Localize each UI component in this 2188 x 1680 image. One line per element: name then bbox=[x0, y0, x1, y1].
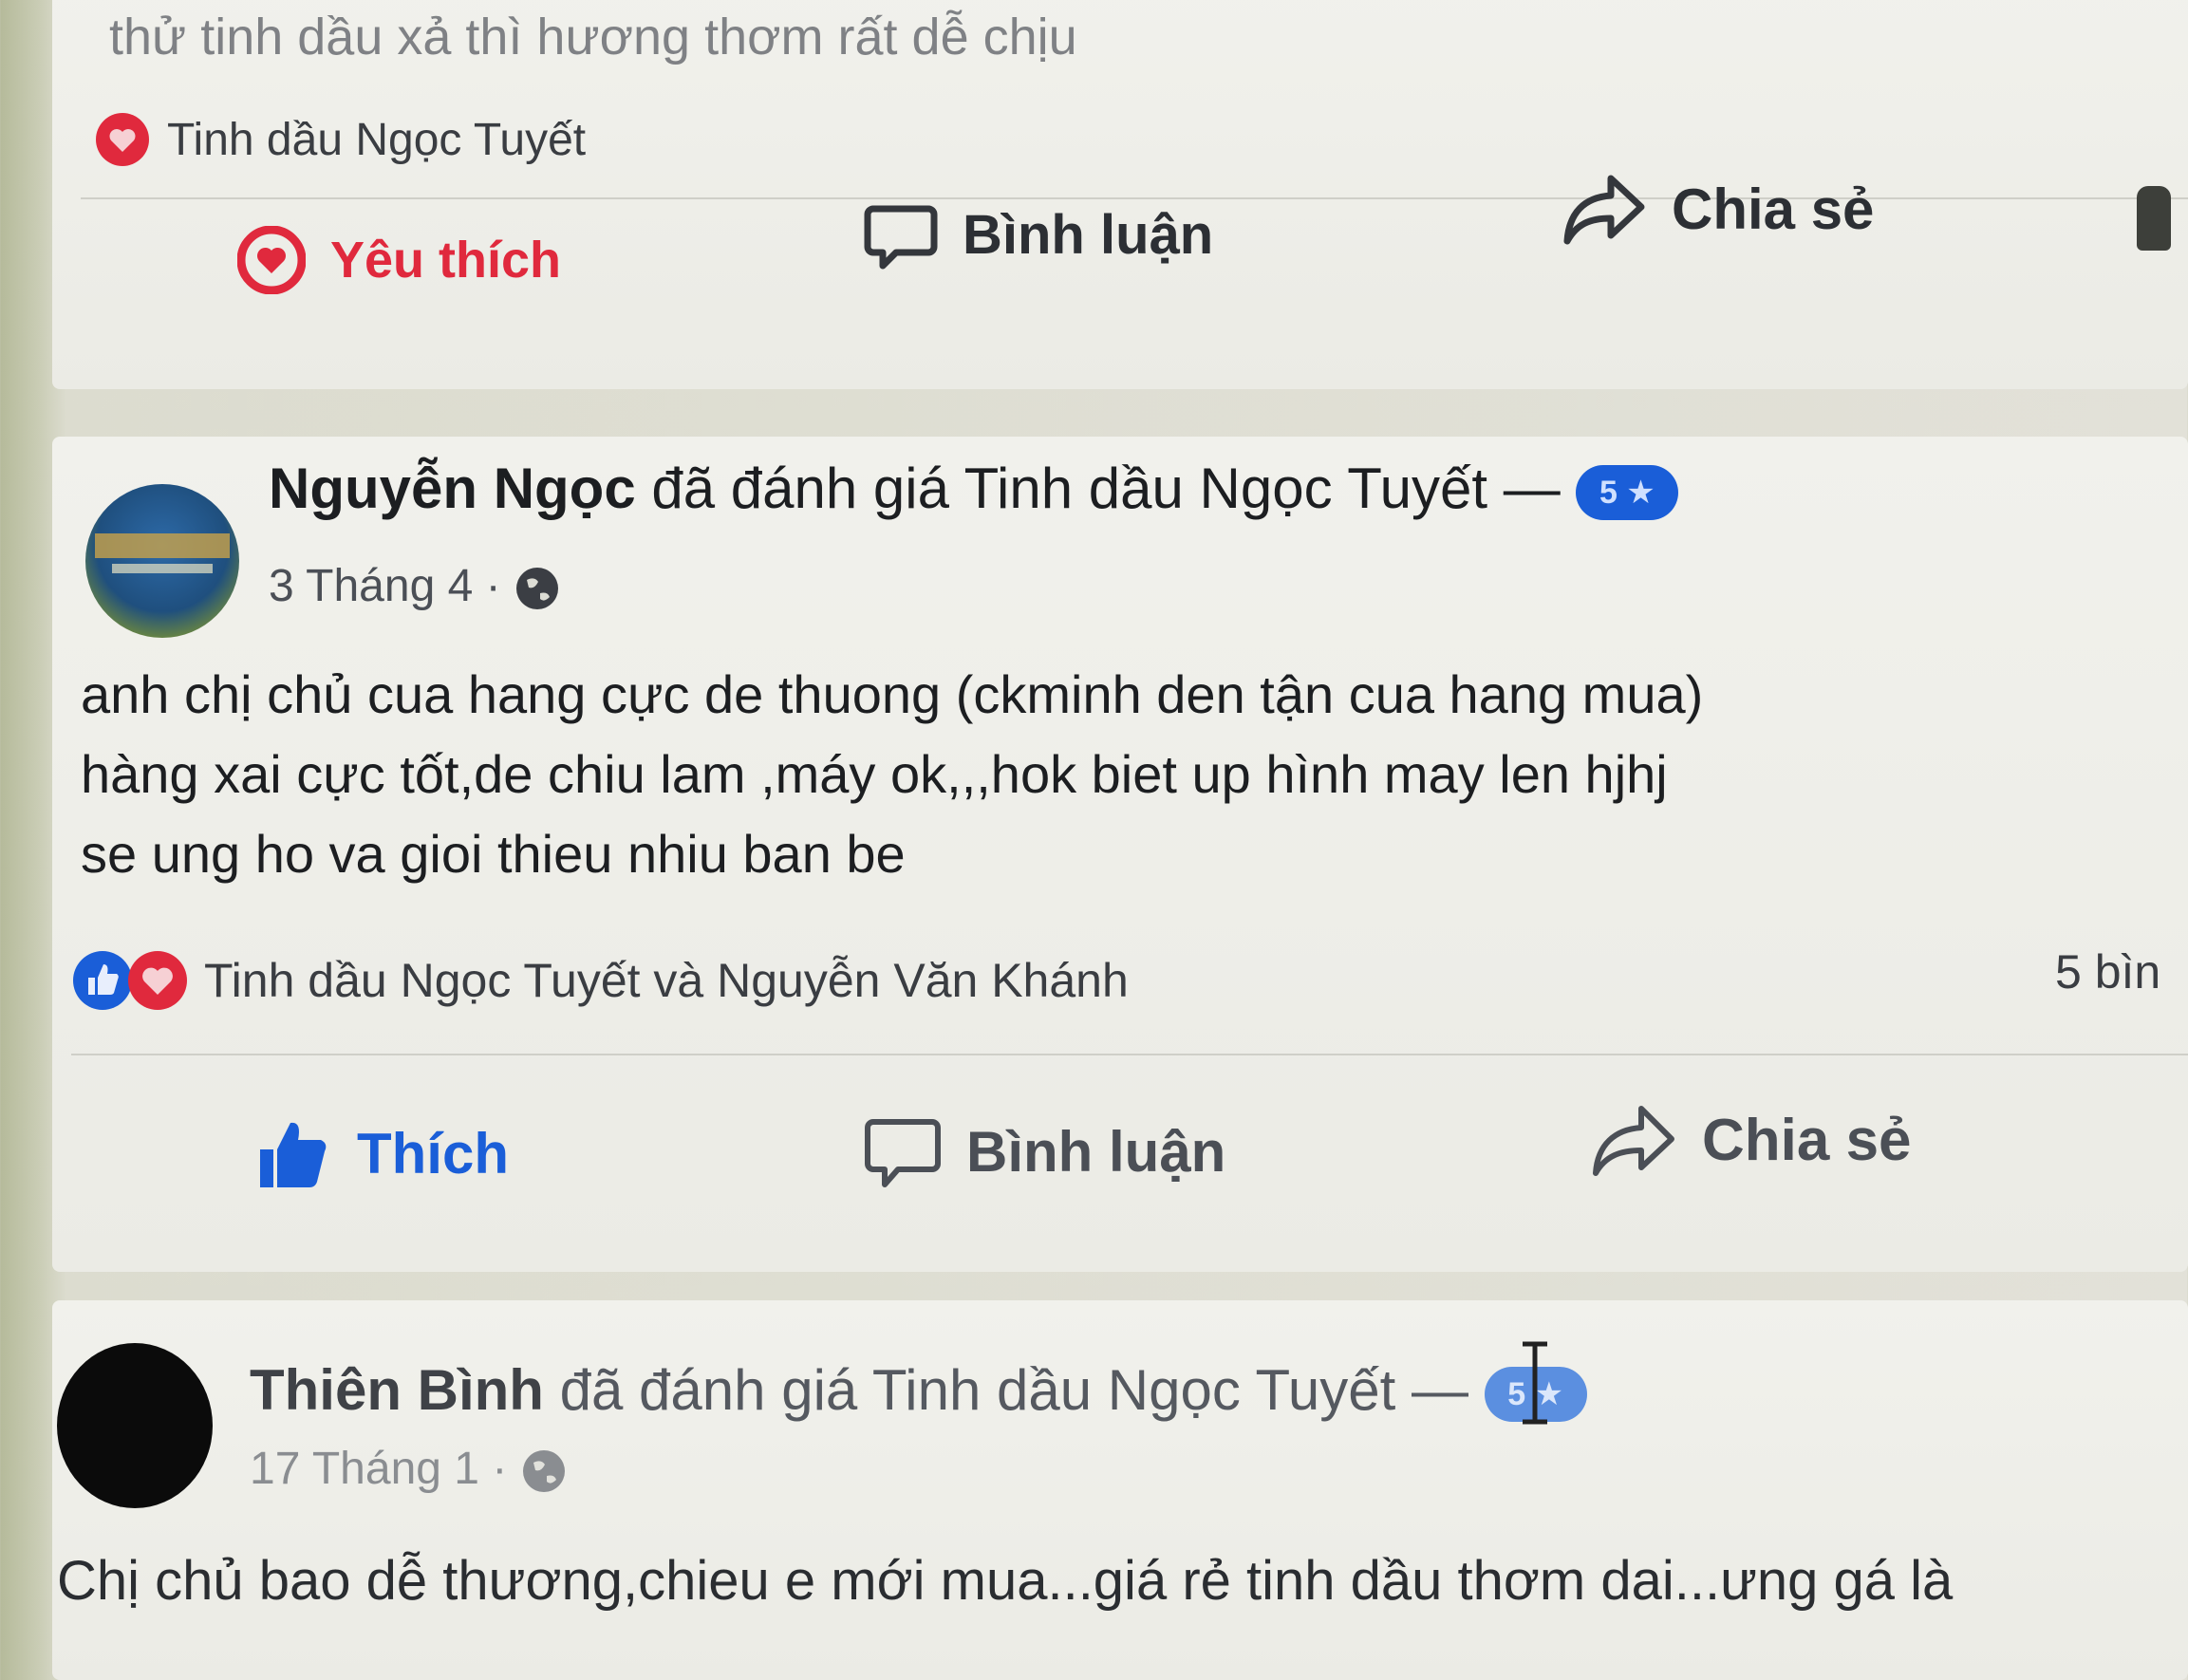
author-name[interactable]: Thiên Bình bbox=[250, 1358, 544, 1422]
love-label: Yêu thích bbox=[330, 232, 562, 289]
separator: — bbox=[1411, 1358, 1468, 1422]
globe-icon bbox=[514, 565, 561, 612]
author-name[interactable]: Nguyễn Ngọc bbox=[269, 457, 636, 520]
page-name[interactable]: Tinh dầu Ngọc Tuyết bbox=[964, 457, 1487, 520]
post-date[interactable]: 3 Tháng 4 bbox=[269, 561, 473, 611]
rating-badge: 5 ★ bbox=[1576, 465, 1679, 521]
share-button[interactable]: Chia sẻ bbox=[1562, 171, 1874, 247]
post-1-reactor-name: Tinh dầu Ngọc Tuyết bbox=[167, 114, 587, 165]
comment-button[interactable]: Bình luận bbox=[864, 1112, 1225, 1190]
love-button[interactable]: Yêu thích bbox=[236, 225, 562, 295]
love-outline-icon bbox=[236, 225, 307, 295]
post-2-body: anh chị chủ cua hang cực de thuong (ckmi… bbox=[81, 655, 1703, 894]
meta-dot: · bbox=[492, 1444, 508, 1494]
avatar-logo-line bbox=[112, 564, 213, 573]
sticker-icon bbox=[2137, 186, 2171, 251]
rated-text: đã đánh giá bbox=[559, 1358, 858, 1422]
share-button[interactable]: Chia sẻ bbox=[1590, 1101, 1912, 1179]
page-name[interactable]: Tinh dầu Ngọc Tuyết bbox=[872, 1358, 1395, 1422]
post-2-line-1: anh chị chủ cua hang cực de thuong (ckmi… bbox=[81, 664, 1704, 724]
comment-count[interactable]: 5 bìn bbox=[2055, 944, 2160, 999]
post-1-text: thử tinh dầu xả thì hương thơm rất dễ ch… bbox=[109, 9, 1077, 65]
like-reaction-icon bbox=[71, 949, 134, 1012]
post-date[interactable]: 17 Tháng 1 bbox=[250, 1444, 479, 1494]
text-cursor-icon bbox=[1519, 1340, 1551, 1426]
like-label: Thích bbox=[357, 1121, 509, 1185]
share-label: Chia sẻ bbox=[1672, 177, 1875, 241]
reactions-text: Tinh dầu Ngọc Tuyết và Nguyễn Văn Khánh bbox=[204, 954, 1129, 1007]
like-button[interactable]: Thích bbox=[256, 1115, 509, 1191]
post-card-2: Nguyễn Ngọc đã đánh giá Tinh dầu Ngọc Tu… bbox=[52, 437, 2188, 1272]
post-2-reactions[interactable]: Tinh dầu Ngọc Tuyết và Nguyễn Văn Khánh bbox=[71, 949, 1129, 1012]
divider bbox=[71, 1054, 2188, 1055]
post-2-meta: 3 Tháng 4 · bbox=[269, 560, 561, 612]
rated-text: đã đánh giá bbox=[651, 457, 949, 520]
post-3-text: Chị chủ bao dễ thương,chieu e mới mua...… bbox=[57, 1550, 1954, 1612]
post-card-1: thử tinh dầu xả thì hương thơm rất dễ ch… bbox=[52, 0, 2188, 389]
thumbs-up-icon bbox=[256, 1115, 332, 1191]
post-3-meta: 17 Tháng 1 · bbox=[250, 1443, 568, 1495]
share-icon bbox=[1562, 171, 1647, 247]
love-icon bbox=[95, 112, 150, 167]
meta-dot: · bbox=[485, 561, 501, 611]
comment-icon bbox=[864, 1112, 942, 1190]
post-2-header: Nguyễn Ngọc đã đánh giá Tinh dầu Ngọc Tu… bbox=[269, 456, 1679, 521]
post-2-line-2: hàng xai cực tốt,de chiu lam ,máy ok,,,h… bbox=[81, 744, 1668, 804]
avatar[interactable] bbox=[85, 484, 239, 638]
avatar[interactable] bbox=[57, 1343, 213, 1508]
post-1-reactions[interactable]: Tinh dầu Ngọc Tuyết bbox=[95, 112, 586, 167]
share-icon bbox=[1590, 1101, 1677, 1179]
love-reaction-icon bbox=[126, 949, 189, 1012]
separator: — bbox=[1503, 457, 1561, 520]
comment-icon bbox=[864, 197, 938, 271]
post-3-header: Thiên Bình đã đánh giá Tinh dầu Ngọc Tuy… bbox=[250, 1357, 1587, 1423]
comment-label: Bình luận bbox=[963, 203, 1214, 266]
globe-icon bbox=[520, 1447, 568, 1495]
avatar-logo-icon bbox=[95, 533, 230, 558]
share-label: Chia sẻ bbox=[1702, 1107, 1912, 1173]
post-2-line-3: se ung ho va gioi thieu nhiu ban be bbox=[81, 824, 906, 884]
post-card-3: Thiên Bình đã đánh giá Tinh dầu Ngọc Tuy… bbox=[52, 1300, 2188, 1680]
comment-button[interactable]: Bình luận bbox=[864, 197, 1213, 271]
comment-label: Bình luận bbox=[966, 1119, 1226, 1184]
